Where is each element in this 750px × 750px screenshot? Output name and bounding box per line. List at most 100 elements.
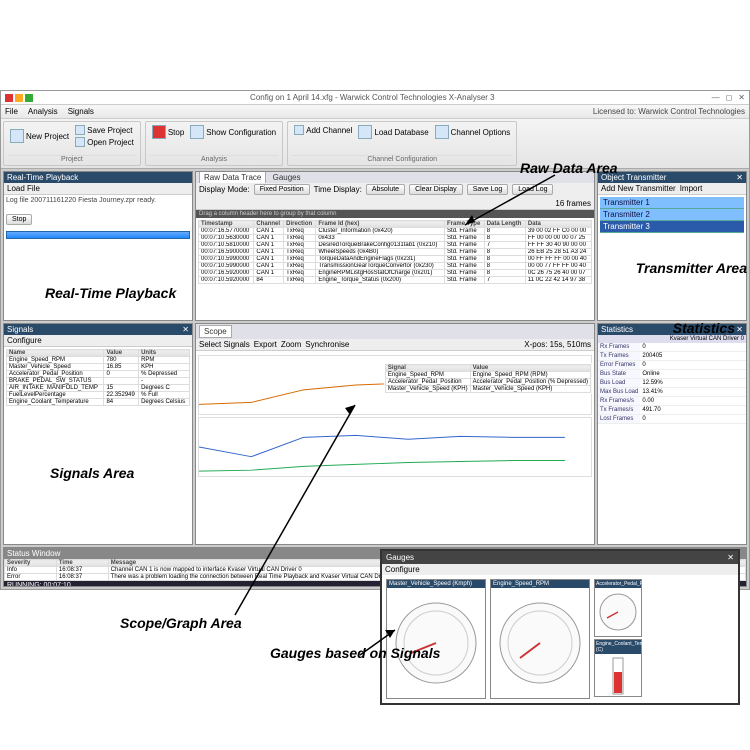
ribbon-project-label: Project [8, 155, 136, 163]
table-row[interactable]: Master_Vehicle_Speed16.85KPH [7, 364, 190, 371]
cell: 8 [484, 235, 525, 242]
cell: 22.352949 [104, 392, 139, 399]
signals-configure-link[interactable]: Configure [7, 336, 42, 345]
stats-title: Statistics [601, 325, 633, 334]
add-transmitter-link[interactable]: Add New Transmitter [601, 184, 676, 193]
new-project-button[interactable]: New Project [8, 124, 71, 148]
save-project-button[interactable]: Save Project [73, 124, 136, 136]
table-row[interactable]: FuelLevelPercentage22.352949% Full [7, 392, 190, 399]
zoom-link[interactable]: Zoom [281, 340, 301, 349]
thermometer-icon [614, 672, 622, 693]
col-header[interactable]: Data Length [484, 221, 525, 228]
table-row[interactable]: AIR_INTAKE_MANIFOLD_TEMP15Degrees C [7, 385, 190, 392]
close-icon[interactable]: ✕ [736, 325, 743, 334]
menu-signals[interactable]: Signals [68, 107, 94, 116]
gauge-3-title: Accelerator_Pedal_Position [595, 580, 641, 588]
select-signals-link[interactable]: Select Signals [199, 340, 250, 349]
show-config-label: Show Configuration [206, 128, 276, 137]
close-icon[interactable]: ✕ [727, 553, 734, 562]
table-row[interactable]: Master_Vehicle_Speed (KPH)Master_Vehicle… [385, 386, 590, 393]
col-header[interactable]: Signal [385, 365, 470, 372]
cell: Accelerator_Pedal_Position (% Depressed) [470, 379, 590, 386]
show-config-button[interactable]: Show Configuration [188, 124, 278, 140]
channel-options-button[interactable]: Channel Options [433, 124, 513, 140]
table-row[interactable]: Engine_Coolant_Temperature84Degrees Cels… [7, 399, 190, 406]
chan-opts-label: Channel Options [451, 128, 511, 137]
displaymode-select[interactable]: Fixed Position [254, 184, 310, 195]
table-row[interactable]: Engine_Speed_RPM780RPM [7, 357, 190, 364]
stop-icon [152, 125, 166, 139]
menu-file[interactable]: File [5, 107, 18, 116]
stat-key: Tx Frames/s [598, 406, 640, 415]
col-header[interactable]: Value [104, 350, 139, 357]
cell: Std. Frame [445, 228, 485, 235]
loadfile-link[interactable]: Load File [7, 184, 40, 193]
gauges-tab[interactable]: Gauges [269, 172, 305, 183]
playback-progress[interactable] [6, 231, 190, 239]
table-row[interactable]: 00:07:16.5770000CAN 1TxReqCluster_Inform… [199, 228, 592, 235]
transmitter-item[interactable]: Transmitter 2 [600, 209, 744, 221]
col-header[interactable]: Frame Type [445, 221, 485, 228]
col-header[interactable]: Direction [284, 221, 316, 228]
close-icon[interactable]: ✕ [738, 93, 745, 102]
table-row[interactable]: 00:07:10.5630000CAN 1TxReq0x433Std. Fram… [199, 235, 592, 242]
table-row[interactable]: 00:07:10.592000084TxReqEngine_Torque_Sta… [199, 277, 592, 284]
clear-display-button[interactable]: Clear Display [409, 184, 463, 195]
add-channel-button[interactable]: Add Channel [292, 124, 354, 136]
cell: 00:07:10.5630000 [199, 235, 254, 242]
timedisplay-select[interactable]: Absolute [366, 184, 405, 195]
cell: TxReq [284, 277, 316, 284]
close-icon[interactable]: ✕ [736, 173, 743, 182]
sync-link[interactable]: Synchronise [305, 340, 349, 349]
save-project-label: Save Project [87, 126, 132, 135]
minimize-icon[interactable]: — [712, 93, 720, 102]
col-header[interactable]: Units [139, 350, 190, 357]
cell: 00:07:10.5990000 [199, 263, 254, 270]
ribbon-group-analysis: Stop Show Configuration Analysis [145, 121, 283, 166]
table-row[interactable]: 00:07:16.5900000CAN 1TxReqWheelSpeeds (0… [199, 249, 592, 256]
dot-red [5, 94, 13, 102]
table-row[interactable]: 00:07:10.5810000CAN 1TxReqDesiredTorqueB… [199, 242, 592, 249]
cell: 15 [104, 385, 139, 392]
scope-panel: Scope Select Signals Export Zoom Synchro… [195, 323, 595, 545]
table-row[interactable]: 00:07:10.5990000CAN 1TxReqTransmissionGe… [199, 263, 592, 270]
table-row[interactable]: 00:07:10.5990000CAN 1TxReqTorqueDataAndE… [199, 256, 592, 263]
load-database-button[interactable]: Load Database [356, 124, 430, 140]
cell: 8 [484, 256, 525, 263]
close-icon[interactable]: ✕ [182, 325, 189, 334]
cell: Engine_Speed_RPM [385, 372, 470, 379]
transmitter-item[interactable]: Transmitter 1 [600, 197, 744, 209]
gauge-vehicle-speed: Master_Vehicle_Speed (Kmph) [386, 579, 486, 699]
table-row[interactable]: BRAKE_PEDAL_SW_STATUS- [7, 378, 190, 385]
playback-stop-button[interactable]: Stop [6, 214, 32, 225]
table-row[interactable]: Accelerator_Pedal_PositionAccelerator_Pe… [385, 379, 590, 386]
col-header[interactable]: Data [525, 221, 591, 228]
export-link[interactable]: Export [254, 340, 277, 349]
transmitter-item[interactable]: Transmitter 3 [600, 221, 744, 233]
cell: 00:07:10.5810000 [199, 242, 254, 249]
table-row[interactable]: Accelerator_Pedal_Position0% Depressed [7, 371, 190, 378]
scope-graph-2[interactable] [198, 417, 592, 477]
import-link[interactable]: Import [680, 184, 703, 193]
col-header[interactable]: Frame Id (hex) [316, 221, 445, 228]
col-header[interactable]: Severity [5, 560, 57, 567]
cell: CAN 1 [254, 263, 284, 270]
new-project-icon [10, 129, 24, 143]
table-row[interactable]: 00:07:16.5920000CAN 1TxReqEngineRPMListg… [199, 270, 592, 277]
col-header[interactable]: Time [56, 560, 108, 567]
gauges-configure[interactable]: Configure [385, 565, 420, 574]
table-row[interactable]: Engine_Speed_RPMEngine_Speed_RPM (RPM) [385, 372, 590, 379]
menu-analysis[interactable]: Analysis [28, 107, 58, 116]
load-log-button[interactable]: Load Log [512, 184, 553, 195]
maximize-icon[interactable]: ◻ [726, 93, 733, 102]
stop-button[interactable]: Stop [150, 124, 186, 140]
col-header[interactable]: Name [7, 350, 104, 357]
open-project-button[interactable]: Open Project [73, 136, 136, 148]
col-header[interactable]: Timestamp [199, 221, 254, 228]
col-header[interactable]: Value [470, 365, 590, 372]
save-log-button[interactable]: Save Log [467, 184, 509, 195]
scope-tab[interactable]: Scope [199, 325, 232, 338]
groupby-bar[interactable]: Drag a column header here to group by th… [196, 210, 594, 218]
col-header[interactable]: Channel [254, 221, 284, 228]
cell: 84 [254, 277, 284, 284]
